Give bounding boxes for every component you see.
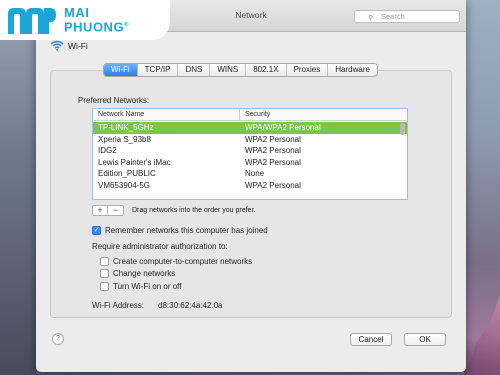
search-icon: ⚲ [368, 15, 374, 22]
add-remove-controls: + − [92, 205, 124, 216]
tab-wifi[interactable]: Wi-Fi [104, 64, 138, 76]
network-window: Network ⚲ Search Wi-Fi Wi-Fi TCP/IP DNS … [36, 0, 466, 372]
table-row[interactable]: Xperia S_93b8 WPA2 Personal [93, 134, 407, 146]
wifi-header-label: Wi-Fi [68, 41, 88, 51]
network-name: IDG2 [98, 146, 117, 156]
tab-proxies[interactable]: Proxies [287, 64, 329, 76]
network-rows: TP-LINK_5GHz WPA/WPA2 Personal Xperia S_… [93, 122, 407, 192]
preferred-networks-label: Preferred Networks: [78, 96, 150, 105]
table-row[interactable]: Edition_PUBLIC None [93, 168, 407, 180]
table-scrollbar[interactable] [400, 123, 405, 135]
table-row[interactable]: Lewis Painter's iMac WPA2 Personal [93, 157, 407, 169]
brand-name-line1: MAI [64, 5, 90, 20]
tab-tcpip[interactable]: TCP/IP [138, 64, 179, 76]
network-name: VM653904-5G [98, 180, 151, 190]
brand-wordmark: MAI PHUONG® [64, 6, 129, 33]
change-networks-checkbox[interactable] [100, 269, 109, 278]
tab-bar: Wi-Fi TCP/IP DNS WINS 802.1X Proxies Har… [103, 63, 378, 77]
network-name: Lewis Painter's iMac [98, 157, 171, 167]
tab-wins[interactable]: WINS [210, 64, 247, 76]
desktop-wallpaper-left [0, 0, 36, 375]
network-security: WPA2 Personal [245, 180, 301, 190]
ok-button[interactable]: OK [404, 333, 446, 346]
tab-dns[interactable]: DNS [178, 64, 211, 76]
network-security: WPA/WPA2 Personal [245, 123, 321, 132]
preferred-networks-table[interactable]: Network Name Security TP-LINK_5GHz WPA/W… [92, 108, 408, 200]
remember-networks-label: Remember networks this computer has join… [105, 226, 268, 235]
table-row[interactable]: IDG2 WPA2 Personal [93, 145, 407, 157]
table-row[interactable]: VM653904-5G WPA2 Personal [93, 180, 407, 192]
require-admin-label: Require administrator authorization to: [92, 242, 228, 251]
desktop-wallpaper-right [464, 0, 500, 375]
remove-network-button[interactable]: − [108, 206, 123, 215]
brand-logo: MAI PHUONG® [0, 0, 170, 40]
wifi-address-label: Wi-Fi Address: [92, 301, 145, 310]
help-button[interactable]: ? [52, 333, 64, 345]
cancel-button[interactable]: Cancel [350, 333, 392, 346]
create-networks-checkbox[interactable] [100, 257, 109, 266]
drag-hint: Drag networks into the order you prefer. [132, 207, 256, 214]
add-network-button[interactable]: + [93, 206, 108, 215]
create-networks-label: Create computer-to-computer networks [113, 257, 253, 266]
toggle-wifi-checkbox[interactable] [100, 282, 109, 291]
table-header: Network Name Security [93, 109, 407, 121]
change-networks-label: Change networks [113, 269, 176, 278]
wifi-address-value: d8:30:62:4a:42:0a [158, 301, 223, 310]
table-row[interactable]: TP-LINK_5GHz WPA/WPA2 Personal [93, 122, 407, 134]
brand-name-line2: PHUONG [64, 19, 125, 35]
network-name: Xperia S_93b8 [98, 134, 151, 144]
network-name: TP-LINK_5GHz [98, 123, 154, 132]
tab-8021x[interactable]: 802.1X [246, 64, 287, 76]
brand-logo-mark [8, 8, 56, 34]
network-name: Edition_PUBLIC [98, 169, 156, 179]
column-header-security[interactable]: Security [245, 111, 270, 118]
tab-hardware[interactable]: Hardware [328, 64, 377, 76]
column-header-network-name[interactable]: Network Name [98, 111, 144, 118]
remember-networks-checkbox[interactable]: ✓ [92, 226, 101, 235]
brand-trademark: ® [124, 22, 129, 28]
search-placeholder: Search [381, 12, 405, 21]
network-security: WPA2 Personal [245, 146, 301, 156]
wifi-icon [50, 40, 64, 51]
network-security: WPA2 Personal [245, 134, 301, 144]
toggle-wifi-label: Turn Wi-Fi on or off [113, 282, 182, 291]
network-security: WPA2 Personal [245, 157, 301, 167]
search-field[interactable]: ⚲ Search [354, 10, 460, 23]
column-divider [239, 109, 240, 121]
network-security: None [245, 169, 265, 179]
